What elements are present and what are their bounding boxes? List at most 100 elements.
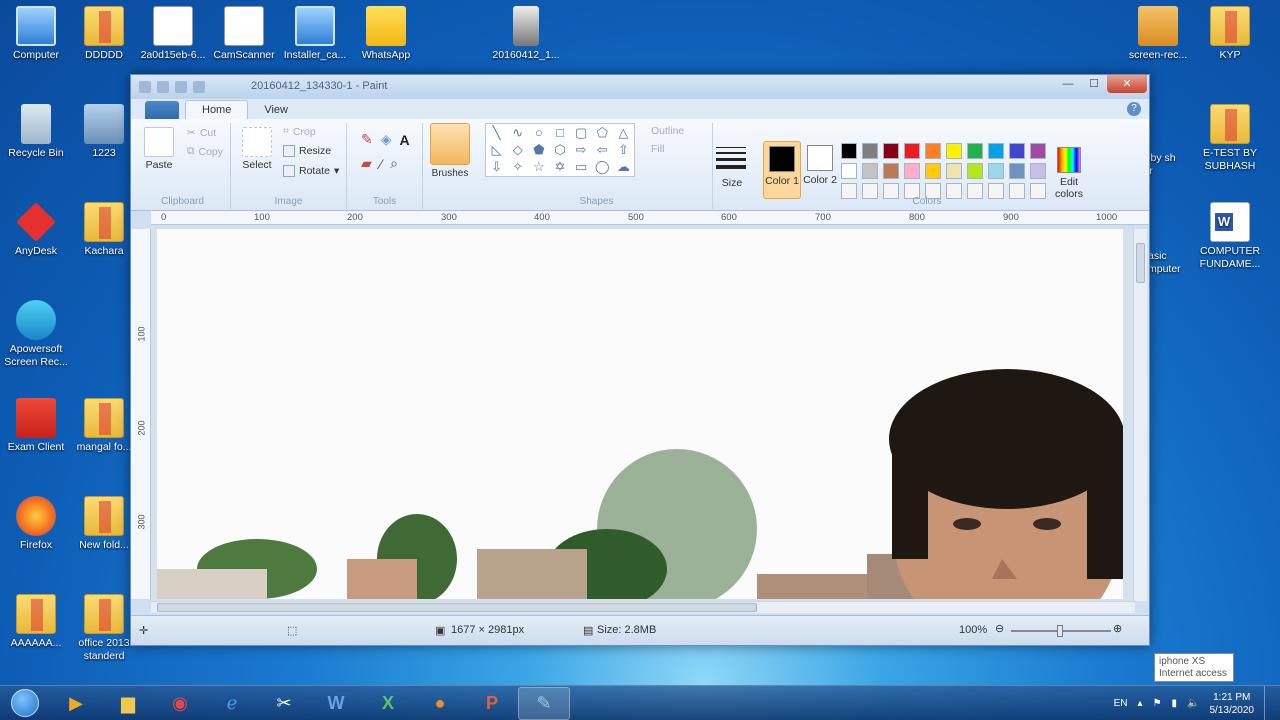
title-bar[interactable]: 20160412_134330-1 - Paint — ☐ ✕ [131, 75, 1149, 99]
desktop-icon-installer[interactable]: Installer_ca... [279, 6, 351, 62]
folder-icon [84, 398, 124, 438]
text-icon[interactable]: A [400, 132, 410, 148]
word-icon: W [327, 692, 345, 713]
taskbar-firefox[interactable]: ● [414, 687, 466, 720]
window-title: 20160412_134330-1 - Paint [251, 80, 388, 92]
desktop-icon-whatsapp[interactable]: WhatsApp [350, 6, 422, 62]
excel-icon: X [381, 692, 394, 713]
desktop-icon-firefox[interactable]: Firefox [0, 496, 72, 552]
resize-button[interactable]: Resize [283, 145, 331, 157]
folder-icon [1210, 6, 1250, 46]
save-icon[interactable] [157, 81, 169, 93]
chevron-down-icon: ▾ [333, 165, 340, 177]
paste-icon [144, 127, 174, 157]
taskbar-explorer[interactable]: ▆ [102, 687, 154, 720]
taskbar-word[interactable]: W [310, 687, 362, 720]
desktop-icon-exam-client[interactable]: Exam Client [0, 398, 72, 454]
magnifier-icon[interactable]: ⌕ [390, 155, 398, 172]
zoom-out-button[interactable]: ⊖ [995, 622, 1004, 635]
taskbar-paint[interactable]: ✎ [518, 686, 570, 720]
drawing-canvas[interactable] [157, 229, 1123, 599]
canvas-area [151, 229, 1147, 601]
close-button[interactable]: ✕ [1107, 75, 1147, 93]
show-desktop-button[interactable] [1264, 686, 1272, 720]
tab-view[interactable]: View [248, 101, 304, 119]
recorder-icon [16, 300, 56, 340]
desktop-icon-screen-rec[interactable]: screen-rec... [1122, 6, 1194, 62]
fill-icon[interactable]: ◈ [381, 131, 392, 148]
desktop-icon-kyp[interactable]: KYP [1194, 6, 1266, 62]
desktop-icon-apowersoft[interactable]: Apowersoft Screen Rec... [0, 300, 72, 369]
undo-icon[interactable] [175, 81, 187, 93]
folder-icon: ▆ [121, 692, 135, 713]
redo-icon[interactable] [193, 81, 205, 93]
photo-icon [513, 6, 539, 46]
brush-icon [430, 123, 470, 165]
taskbar-powerpoint[interactable]: P [466, 687, 518, 720]
scissors-icon: ✂ [187, 127, 196, 139]
clipboard-group: Paste ✂ Cut ⧉ Copy Clipboard [135, 123, 231, 209]
tab-home[interactable]: Home [185, 100, 249, 119]
cut-button[interactable]: ✂ Cut [187, 127, 216, 139]
clock[interactable]: 1:21 PM 5/13/2020 [1210, 691, 1255, 717]
vertical-scrollbar[interactable] [1133, 229, 1147, 601]
paint-window: 20160412_134330-1 - Paint — ☐ ✕ Home Vie… [130, 74, 1150, 646]
taskbar-snipping[interactable]: ✂ [258, 687, 310, 720]
taskbar-excel[interactable]: X [362, 687, 414, 720]
size-icon [716, 147, 746, 173]
copy-button[interactable]: ⧉ Copy [187, 145, 223, 158]
zoom-slider-knob[interactable] [1057, 625, 1063, 637]
snipping-tool-icon: ✂ [276, 692, 292, 713]
internet-explorer-icon: ℯ [226, 692, 238, 713]
size-button[interactable]: Size [716, 177, 748, 189]
horizontal-scrollbar[interactable] [151, 601, 1135, 613]
pencil-icon[interactable]: ✎ [361, 131, 373, 148]
flag-icon[interactable]: ⚑ [1153, 698, 1162, 709]
desktop-icon-ddddd[interactable]: DDDDD [68, 6, 140, 62]
canvas-photo [157, 229, 1123, 599]
folder-icon [16, 594, 56, 634]
desktop-icon-aaaaaa[interactable]: AAAAAA... [0, 594, 72, 650]
help-icon[interactable]: ? [1127, 102, 1141, 116]
ribbon: Paste ✂ Cut ⧉ Copy Clipboard Select ⌗ Crop … [131, 119, 1149, 211]
desktop-icon-computer-fundamentals[interactable]: COMPUTER FUNDAME... [1194, 202, 1266, 271]
desktop-icon-2a0d15eb[interactable]: 2a0d15eb-6... [137, 6, 209, 62]
paint-icon: ✎ [536, 692, 552, 713]
tools-row-1: ✎ ◈ A [361, 131, 410, 148]
colors-group: Colors [912, 196, 942, 207]
brushes-button[interactable]: Brushes [427, 123, 473, 179]
desktop-icon-anydesk[interactable]: AnyDesk [0, 202, 72, 258]
start-button[interactable] [0, 686, 50, 720]
tools-group: ✎ ◈ A ▰ ⁄ ⌕ Tools [347, 123, 423, 209]
document-icon [153, 6, 193, 46]
taskbar-media-player[interactable]: ▶ [50, 687, 102, 720]
desktop-icon-recycle-bin[interactable]: Recycle Bin [0, 104, 72, 160]
color-picker-icon[interactable]: ⁄ [380, 156, 382, 172]
maximize-button[interactable]: ☐ [1081, 75, 1107, 93]
language-indicator[interactable]: EN [1114, 698, 1128, 709]
paint-menu-button[interactable] [145, 101, 179, 119]
desktop-icon-computer[interactable]: Computer [0, 6, 72, 62]
paste-button[interactable]: Paste [141, 127, 177, 171]
image-group: Select ⌗ Crop Resize Rotate ▾ Image [231, 123, 347, 209]
eraser-icon[interactable]: ▰ [361, 155, 372, 172]
volume-icon[interactable]: 🔈 [1187, 698, 1199, 709]
desktop-icon-basic-computer[interactable]: asic mputer [1148, 250, 1182, 276]
vertical-scroll-thumb[interactable] [1136, 243, 1145, 283]
minimize-button[interactable]: — [1055, 75, 1081, 93]
network-icon[interactable]: ▮ [1172, 698, 1178, 709]
show-hidden-icons-icon[interactable]: ▴ [1138, 698, 1143, 709]
taskbar-ie[interactable]: ℯ [206, 687, 258, 720]
zoom-slider[interactable] [1011, 625, 1111, 637]
rotate-button[interactable]: Rotate ▾ [283, 165, 339, 177]
folder-icon [84, 496, 124, 536]
tools-row-2: ▰ ⁄ ⌕ [361, 155, 398, 172]
crop-button[interactable]: ⌗ Crop [283, 125, 316, 138]
desktop-icon-camscanner[interactable]: CamScanner [208, 6, 280, 62]
desktop-icon-20160412[interactable]: 20160412_1... [490, 6, 562, 62]
select-button[interactable]: Select [239, 127, 275, 171]
taskbar-chrome[interactable]: ◉ [154, 687, 206, 720]
horizontal-scroll-thumb[interactable] [157, 603, 757, 612]
desktop-icon-etest[interactable]: E-TEST BY SUBHASH [1194, 104, 1266, 173]
zoom-in-button[interactable]: ⊕ [1113, 622, 1122, 635]
